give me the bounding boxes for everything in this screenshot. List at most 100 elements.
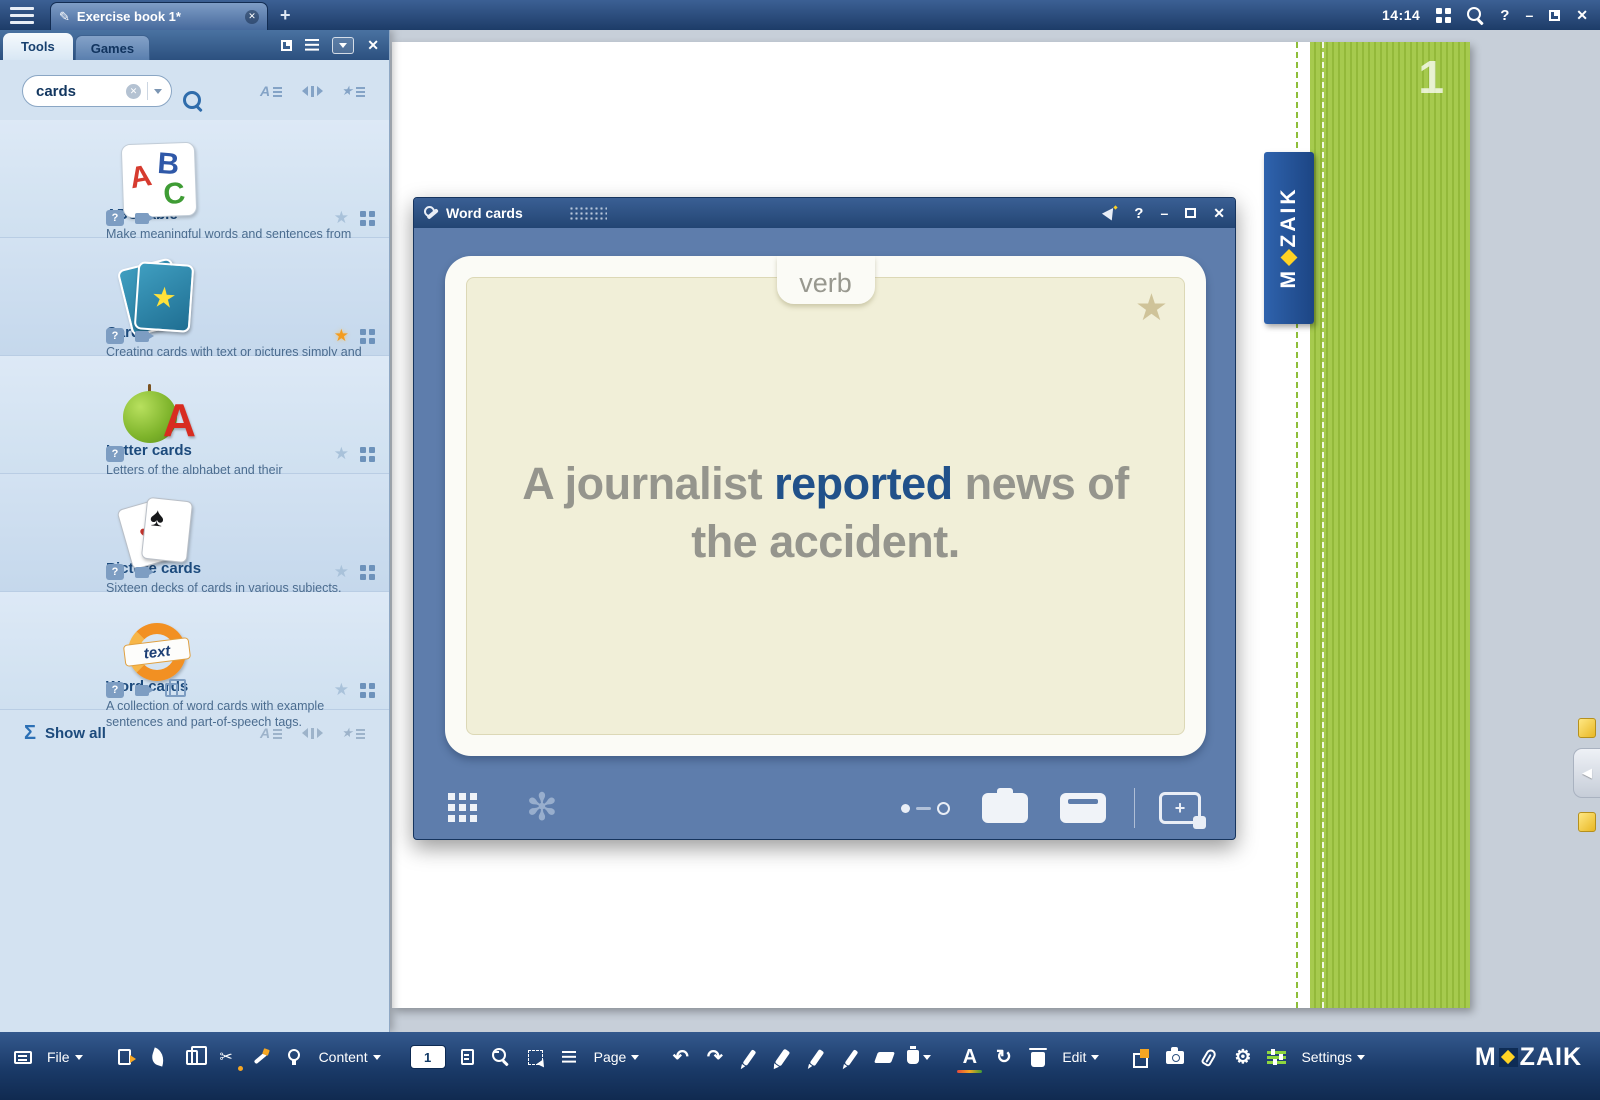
page-curl-tab-top[interactable] (1578, 718, 1596, 738)
sort-favorites-button[interactable]: ★ (337, 78, 369, 104)
window-close-icon[interactable]: ✕ (1213, 205, 1225, 222)
help-icon[interactable]: ? (1500, 7, 1509, 24)
settings-menu[interactable]: Settings (1298, 1049, 1368, 1065)
card-pagination[interactable] (901, 802, 950, 815)
selection-icon[interactable] (523, 1044, 548, 1071)
sort-type-button[interactable] (296, 78, 328, 104)
side-panel-handle[interactable]: ◀ (1573, 748, 1600, 798)
page-preview-icon[interactable] (455, 1044, 480, 1071)
tool-help-icon[interactable]: ? (106, 446, 124, 462)
tab-games[interactable]: Games (75, 35, 150, 60)
pointer-tool-icon[interactable] (1103, 206, 1117, 220)
tool-help-icon[interactable]: ? (106, 210, 124, 226)
refresh-icon[interactable]: ↻ (991, 1044, 1016, 1071)
idea-lamp-icon[interactable] (282, 1044, 307, 1071)
tool-item-letter-cards[interactable]: A Letter cards Letters of the alphabet a… (0, 356, 389, 474)
new-card-button[interactable]: + (1159, 792, 1201, 824)
tool-grid-icon[interactable] (360, 211, 375, 226)
pagination-dot-next[interactable] (937, 802, 950, 815)
feather-icon[interactable] (146, 1044, 171, 1071)
tab-tools[interactable]: Tools (3, 33, 73, 60)
tool-help-icon[interactable]: ? (106, 328, 124, 344)
page-number-input[interactable]: 1 (410, 1045, 446, 1069)
window-titlebar[interactable]: Word cards ? – ✕ (414, 198, 1235, 228)
presentation-icon[interactable] (10, 1044, 35, 1071)
tool-item-cards[interactable]: ★ Cards Creating cards with text or pict… (0, 238, 389, 356)
pencil-tool-icon[interactable] (838, 1044, 863, 1071)
content-menu[interactable]: Content (316, 1049, 384, 1065)
card-grid-menu-icon[interactable] (448, 793, 478, 823)
close-app-icon[interactable]: ✕ (1576, 7, 1588, 24)
window-maximize-icon[interactable] (1185, 208, 1196, 218)
tool-item-abc-table[interactable]: A B C ABC table Make meaningful words an… (0, 120, 389, 238)
window-minimize-icon[interactable]: – (1160, 205, 1168, 221)
search-history-icon[interactable] (154, 89, 162, 94)
clear-search-icon[interactable]: ✕ (126, 84, 141, 99)
window-help-icon[interactable]: ? (1134, 205, 1143, 222)
page-curl-tab-bottom[interactable] (1578, 812, 1596, 832)
highlighter-icon[interactable] (770, 1044, 795, 1071)
tab-close-icon[interactable]: ✕ (245, 10, 259, 24)
mozaik-bookmark[interactable]: M ZAIK (1264, 152, 1314, 324)
layers-icon[interactable] (1128, 1044, 1153, 1071)
ink-tools-icon[interactable] (906, 1044, 931, 1071)
tool-help-icon[interactable]: ? (106, 564, 124, 580)
wand-icon[interactable] (248, 1044, 273, 1071)
tool-video-icon[interactable] (135, 685, 149, 696)
sigma-icon[interactable]: Σ (24, 722, 36, 745)
sort-alphabetical-button[interactable]: A (255, 78, 287, 104)
favorite-star-icon[interactable]: ★ (334, 208, 349, 228)
tool-grid-icon[interactable] (360, 329, 375, 344)
tool-grid-icon[interactable] (360, 683, 375, 698)
tool-item-word-cards[interactable]: text Word cards A collection of word car… (0, 592, 389, 710)
pages-icon[interactable] (180, 1044, 205, 1071)
zoom-icon[interactable] (489, 1044, 514, 1071)
apps-grid-icon[interactable] (1436, 8, 1451, 23)
tool-copy-icon[interactable] (165, 683, 178, 697)
panel-list-icon[interactable] (305, 39, 319, 51)
tool-grid-icon[interactable] (360, 447, 375, 462)
scissors-icon[interactable]: ✂ (214, 1044, 239, 1071)
trash-icon[interactable] (1025, 1044, 1050, 1071)
card-front-button[interactable] (982, 793, 1028, 823)
gear-icon[interactable]: ⚙ (1230, 1044, 1255, 1071)
open-book-icon[interactable] (112, 1044, 137, 1071)
redo-icon[interactable]: ↷ (702, 1044, 727, 1071)
text-tool-icon[interactable]: A (957, 1044, 982, 1071)
panel-dropdown-button[interactable] (332, 37, 354, 54)
sliders-icon[interactable] (1264, 1044, 1289, 1071)
eraser-icon[interactable] (872, 1044, 897, 1071)
camera-icon[interactable] (1162, 1044, 1187, 1071)
ballpoint-icon[interactable] (804, 1044, 829, 1071)
pen-icon[interactable] (736, 1044, 761, 1071)
drag-grip-icon[interactable] (569, 206, 607, 221)
show-all-button[interactable]: Show all (45, 725, 106, 742)
page-menu[interactable]: Page (591, 1049, 643, 1065)
search-input[interactable]: cards ✕ (22, 75, 172, 107)
panel-restore-icon[interactable] (281, 40, 292, 51)
tool-video-icon[interactable] (135, 331, 149, 342)
favorite-star-icon[interactable]: ★ (334, 680, 349, 700)
panel-close-icon[interactable]: ✕ (367, 37, 379, 54)
favorite-star-icon[interactable]: ★ (334, 562, 349, 582)
paperclip-icon[interactable] (1196, 1044, 1221, 1071)
tool-video-icon[interactable] (135, 213, 149, 224)
tool-help-icon[interactable]: ? (106, 682, 124, 698)
card-back-button[interactable] (1060, 793, 1106, 823)
favorite-star-icon[interactable]: ★ (334, 326, 349, 346)
search-icon[interactable] (1467, 7, 1484, 24)
document-tab[interactable]: ✎ Exercise book 1* ✕ (50, 2, 268, 30)
tool-video-icon[interactable] (135, 567, 149, 578)
file-menu[interactable]: File (44, 1049, 86, 1065)
main-menu-icon[interactable] (10, 7, 34, 24)
pagination-dot-current[interactable] (901, 804, 910, 813)
mozaik-logo[interactable]: M ZAIK (1475, 1043, 1590, 1072)
restore-window-icon[interactable] (1549, 10, 1560, 21)
undo-icon[interactable]: ↶ (668, 1044, 693, 1071)
new-tab-button[interactable]: + (280, 5, 291, 26)
card-favorite-star-icon[interactable]: ★ (1135, 286, 1168, 329)
ornament-icon[interactable]: ✻ (526, 789, 558, 827)
tool-item-picture-cards[interactable]: ♥ ♠ Picture cards Sixteen decks of cards… (0, 474, 389, 592)
edit-menu[interactable]: Edit (1059, 1049, 1102, 1065)
tool-grid-icon[interactable] (360, 565, 375, 580)
